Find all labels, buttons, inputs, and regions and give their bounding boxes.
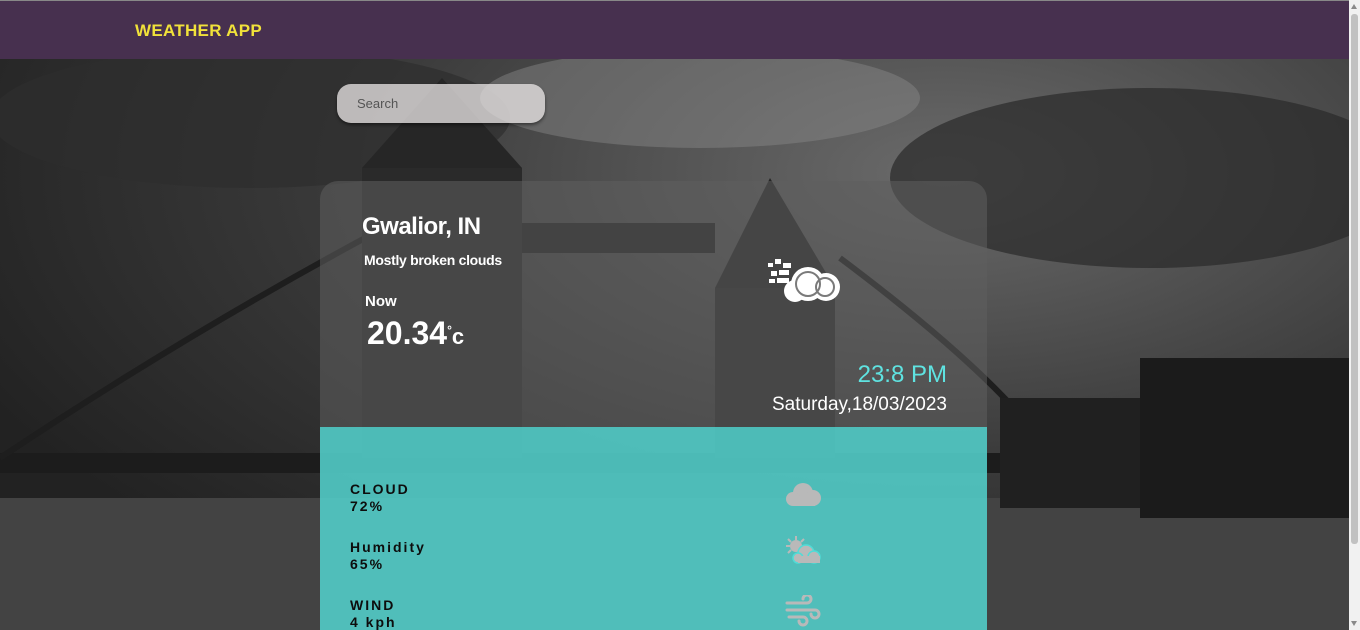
cloud-icon (786, 483, 821, 506)
scroll-down-arrow-icon[interactable] (1351, 621, 1357, 626)
weather-card: Gwalior, IN Mostly broken clouds Now 20.… (320, 181, 987, 630)
scroll-up-arrow-icon[interactable] (1351, 4, 1357, 9)
local-time: 23:8 PM (857, 361, 947, 388)
local-date: Saturday,18/03/2023 (771, 394, 947, 415)
stat-cloud: CLOUD 72% (350, 481, 410, 515)
stat-value: 72% (350, 498, 385, 514)
stat-label: CLOUD (350, 481, 410, 497)
location-title: Gwalior, IN (362, 213, 481, 240)
temperature-value: 20.34 (367, 315, 448, 351)
stats-panel: CLOUD 72% Humidity 65% WIND 4 kph (320, 427, 987, 630)
stat-label: WIND (350, 597, 396, 613)
stat-humidity: Humidity 65% (350, 539, 426, 573)
page-scrollbar[interactable] (1349, 0, 1360, 630)
wind-icon (785, 595, 821, 627)
sun-cloud-icon (786, 536, 821, 564)
cloud-wind-icon (768, 259, 840, 302)
temperature-readout: 20.34°c (367, 315, 464, 352)
temperature-unit: c (451, 324, 465, 349)
app-brand[interactable]: WEATHER APP (135, 21, 262, 41)
stat-wind: WIND 4 kph (350, 597, 397, 630)
navbar: WEATHER APP (0, 0, 1349, 59)
scrollbar-thumb[interactable] (1351, 14, 1358, 544)
stat-label: Humidity (350, 539, 426, 555)
weather-description: Mostly broken clouds (364, 252, 502, 268)
stat-value: 65% (350, 556, 385, 572)
search-input[interactable] (337, 84, 545, 123)
now-label: Now (365, 293, 397, 310)
stat-value: 4 kph (350, 614, 397, 630)
